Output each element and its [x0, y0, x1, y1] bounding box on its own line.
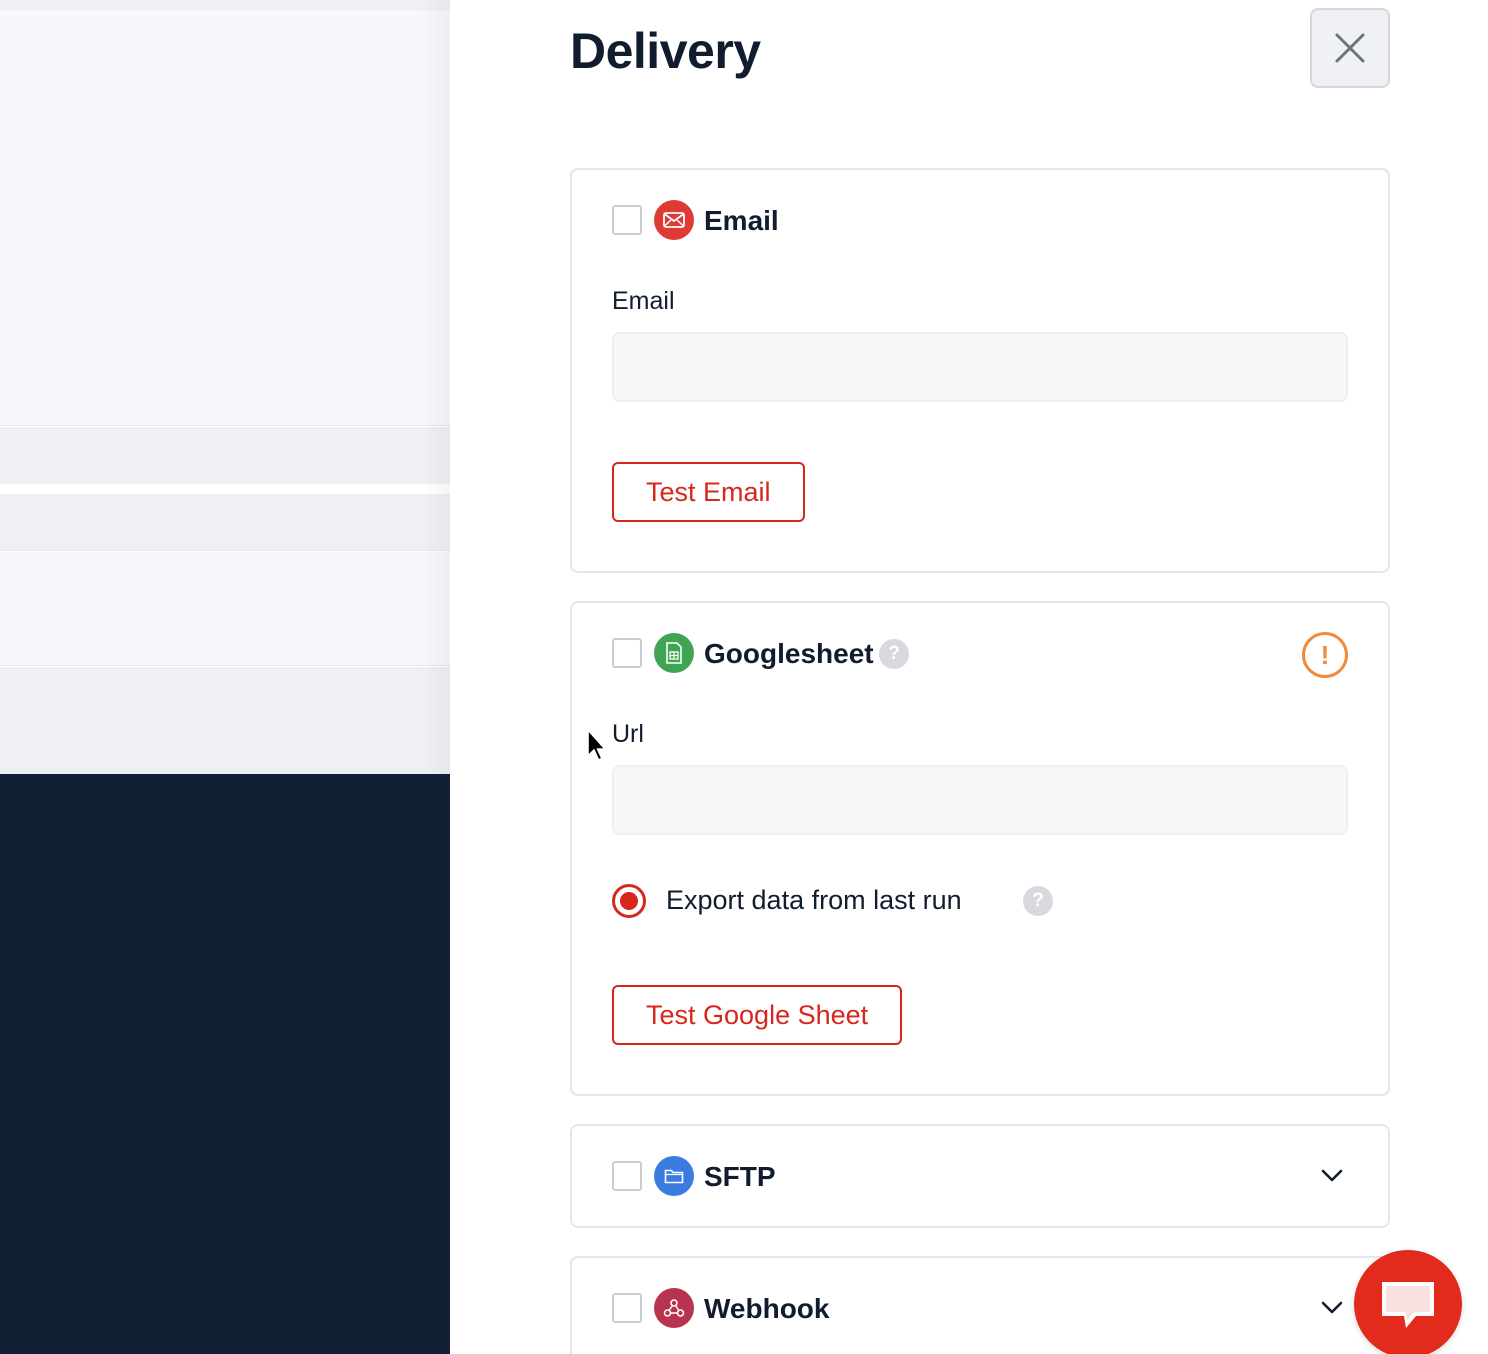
background-row: [0, 667, 450, 774]
sftp-delivery-card[interactable]: SFTP: [570, 1124, 1390, 1228]
background-row: [0, 427, 450, 484]
test-email-button[interactable]: Test Email: [612, 462, 805, 522]
email-card-title: Email: [704, 205, 779, 236]
drawer-title: Delivery: [570, 23, 761, 79]
googlesheet-delivery-card: Googlesheet ? ! Url Export data from las…: [570, 601, 1390, 1096]
folder-icon: [654, 1156, 694, 1196]
background-page: [0, 0, 450, 1354]
chat-button[interactable]: [1354, 1250, 1462, 1354]
googlesheet-help-icon[interactable]: ?: [879, 639, 909, 669]
export-last-run-label[interactable]: Export data from last run: [666, 885, 962, 916]
webhook-card-title: Webhook: [704, 1293, 830, 1324]
test-google-sheet-button[interactable]: Test Google Sheet: [612, 985, 903, 1045]
background-panel: [0, 10, 450, 426]
envelope-icon: [654, 200, 694, 240]
radio-selected-dot: [620, 892, 638, 910]
drawer-shadow: [420, 0, 450, 774]
background-panel: [0, 552, 450, 666]
close-icon: [1335, 33, 1365, 63]
export-help-icon[interactable]: ?: [1023, 886, 1053, 916]
delivery-drawer: Delivery Email Email Test Email Googlesh…: [450, 0, 1488, 1354]
chevron-down-icon[interactable]: [1318, 1294, 1346, 1322]
email-delivery-card: Email Email Test Email: [570, 168, 1390, 573]
chat-bubble-icon: [1382, 1282, 1434, 1328]
close-button[interactable]: [1310, 8, 1390, 88]
background-divider: [0, 484, 450, 494]
webhook-icon: [654, 1288, 694, 1328]
background-row: [0, 494, 450, 551]
webhook-enable-checkbox[interactable]: [612, 1293, 642, 1323]
url-field[interactable]: [612, 765, 1348, 835]
spreadsheet-icon: [654, 633, 694, 673]
background-strip: [0, 0, 450, 10]
export-last-run-radio[interactable]: [612, 884, 646, 918]
email-enable-checkbox[interactable]: [612, 205, 642, 235]
sftp-card-title: SFTP: [704, 1161, 776, 1192]
sftp-enable-checkbox[interactable]: [612, 1161, 642, 1191]
email-field[interactable]: [612, 332, 1348, 402]
webhook-delivery-card[interactable]: Webhook: [570, 1256, 1390, 1354]
googlesheet-enable-checkbox[interactable]: [612, 638, 642, 668]
url-field-label: Url: [612, 720, 644, 748]
background-dark-panel: [0, 774, 450, 1354]
app-root: Delivery Email Email Test Email Googlesh…: [0, 0, 1488, 1354]
googlesheet-card-title: Googlesheet: [704, 638, 874, 669]
mouse-cursor-icon: [587, 729, 606, 761]
email-field-label: Email: [612, 287, 675, 315]
warning-icon[interactable]: !: [1302, 632, 1348, 678]
chevron-down-icon[interactable]: [1318, 1162, 1346, 1190]
